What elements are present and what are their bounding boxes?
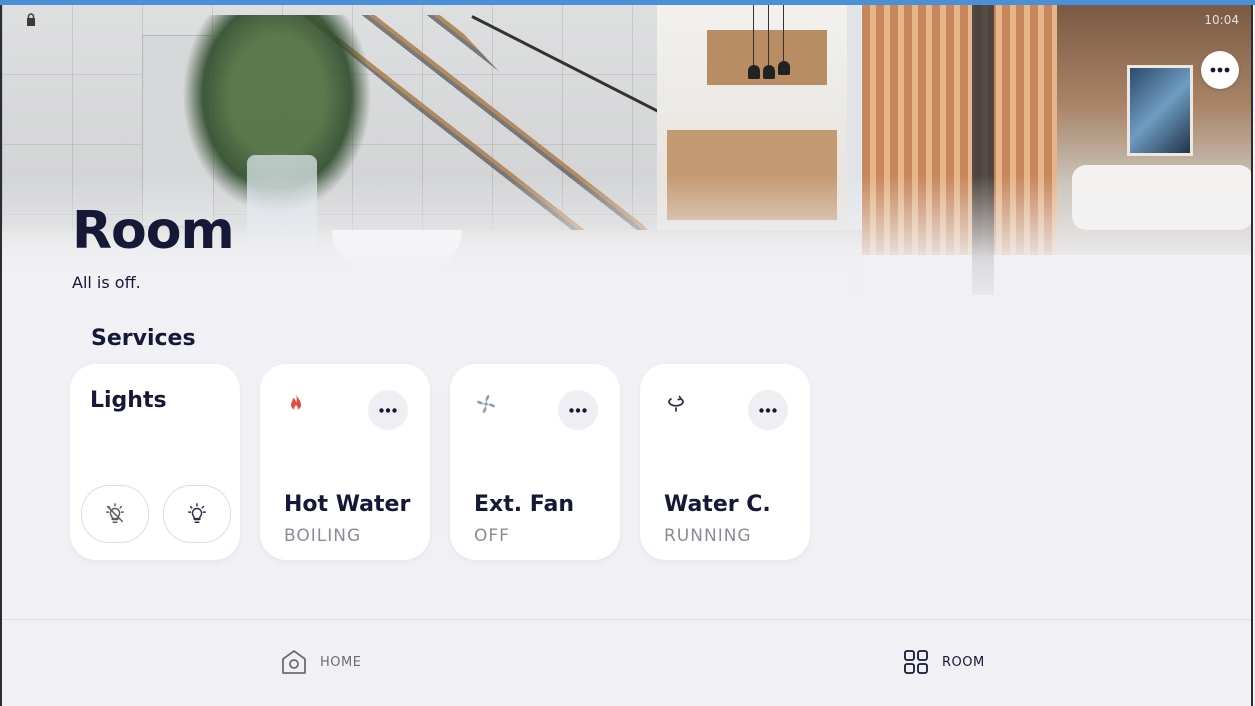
water-c-options-button[interactable] (748, 390, 788, 430)
ext-fan-options-button[interactable] (558, 390, 598, 430)
grid-icon (904, 650, 928, 674)
home-icon (282, 650, 306, 674)
room-hero-image (2, 5, 1251, 315)
more-horizontal-icon (379, 407, 397, 413)
service-state: RUNNING (664, 526, 752, 546)
light-on-icon (188, 503, 206, 523)
service-state: OFF (474, 526, 510, 546)
flame-icon (291, 394, 301, 411)
water-c-card[interactable]: Water C. RUNNING (640, 364, 810, 560)
page-title: Room (72, 201, 235, 261)
lights-on-button[interactable] (163, 485, 231, 543)
more-options-button[interactable] (1201, 51, 1239, 89)
service-name: Hot Water (284, 492, 411, 517)
hot-water-card[interactable]: Hot Water BOILING (260, 364, 430, 560)
service-name: Ext. Fan (474, 492, 574, 517)
hot-water-options-button[interactable] (368, 390, 408, 430)
lights-card-title: Lights (90, 388, 167, 413)
light-off-icon (106, 503, 124, 523)
service-name: Water C. (664, 492, 771, 517)
lights-card: Lights (70, 364, 240, 560)
nav-item-room[interactable]: ROOM (902, 648, 985, 676)
service-state: BOILING (284, 526, 362, 546)
lights-off-button[interactable] (81, 485, 149, 543)
more-horizontal-icon (569, 407, 587, 413)
fan-icon (477, 395, 495, 413)
lock-icon (27, 13, 35, 26)
more-horizontal-icon (1210, 67, 1230, 73)
services-heading: Services (91, 326, 196, 351)
app-frame: 10:04 Room All is off. Services Lights H… (0, 5, 1253, 706)
hero-fade-overlay (2, 5, 1251, 315)
nav-home-label: HOME (320, 654, 362, 670)
nav-room-label: ROOM (942, 654, 985, 670)
ext-fan-card[interactable]: Ext. Fan OFF (450, 364, 620, 560)
more-horizontal-icon (759, 407, 777, 413)
nav-item-home[interactable]: HOME (280, 648, 361, 676)
room-status-text: All is off. (72, 273, 141, 292)
cycle-icon (668, 395, 684, 412)
status-clock: 10:04 (1204, 13, 1239, 27)
nav-divider (2, 619, 1251, 620)
